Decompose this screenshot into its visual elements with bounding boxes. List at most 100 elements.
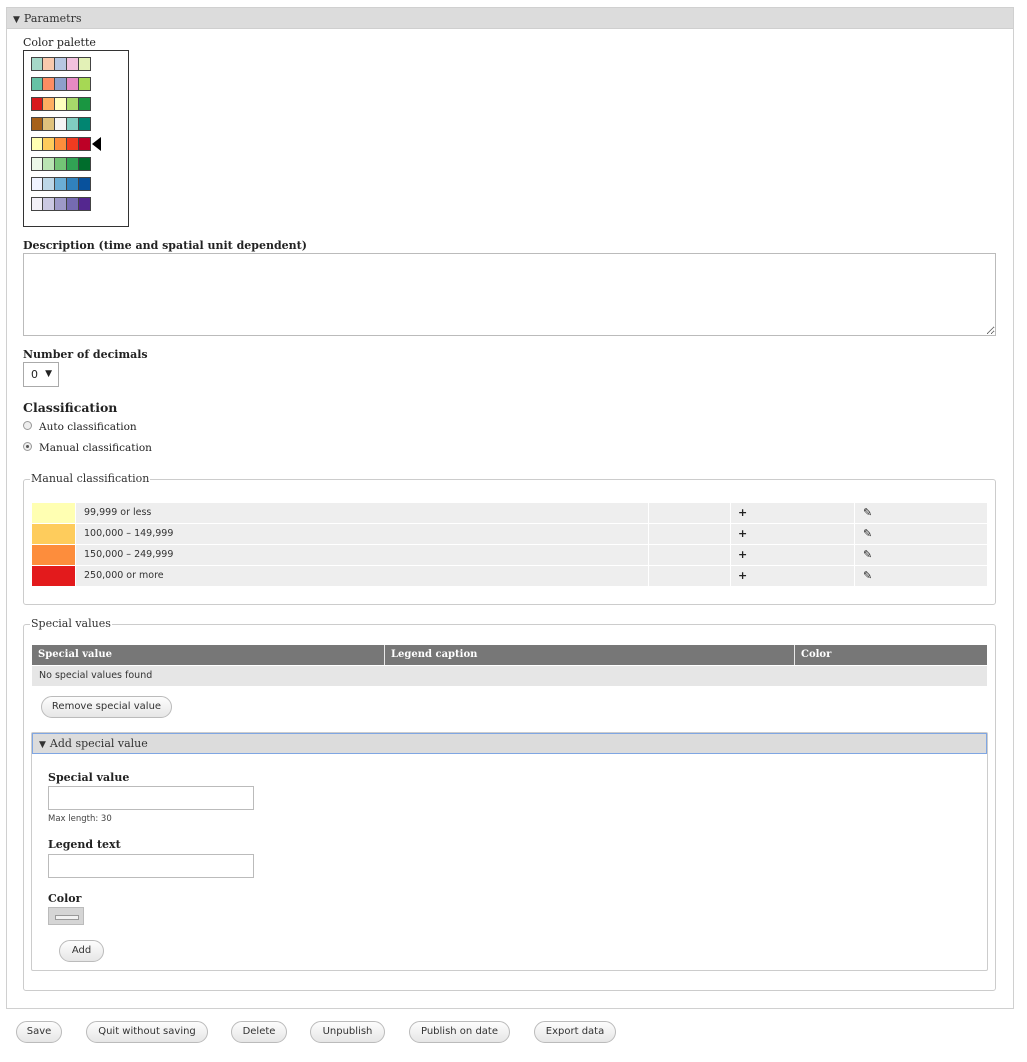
manual-classification-legend: Manual classification xyxy=(30,472,151,485)
palette-swatch xyxy=(55,197,67,211)
palette-swatch xyxy=(43,197,55,211)
class-cell xyxy=(648,545,730,565)
palette-swatch xyxy=(55,117,67,131)
palette-swatch xyxy=(43,97,55,111)
publish-on-date-button[interactable]: Publish on date xyxy=(409,1021,510,1043)
palette-swatch xyxy=(55,177,67,191)
palette-option[interactable] xyxy=(31,197,91,211)
palette-swatch xyxy=(79,157,91,171)
auto-classification-radio[interactable] xyxy=(23,421,32,430)
plus-icon[interactable]: + xyxy=(738,566,747,586)
class-label: 150,000 – 249,999 xyxy=(75,545,648,565)
class-add-cell: + xyxy=(730,566,854,586)
palette-swatch xyxy=(43,177,55,191)
remove-special-value-button[interactable]: Remove special value xyxy=(41,696,172,718)
palette-swatch xyxy=(79,117,91,131)
class-edit-cell: ✎ xyxy=(854,524,987,544)
palette-swatch xyxy=(79,57,91,71)
palette-option[interactable] xyxy=(31,57,91,71)
parameters-header[interactable]: ▼ Parametrs xyxy=(7,8,1013,29)
palette-option[interactable] xyxy=(31,157,91,171)
class-add-cell: + xyxy=(730,503,854,523)
palette-swatch xyxy=(31,117,43,131)
palette-option[interactable] xyxy=(31,177,91,191)
palette-option[interactable] xyxy=(31,137,91,151)
palette-swatch xyxy=(31,97,43,111)
palette-swatch xyxy=(67,157,79,171)
class-color-swatch xyxy=(32,524,75,544)
pencil-icon[interactable]: ✎ xyxy=(863,524,872,544)
palette-swatch xyxy=(31,77,43,91)
palette-swatch xyxy=(55,77,67,91)
class-add-cell: + xyxy=(730,545,854,565)
pencil-icon[interactable]: ✎ xyxy=(863,503,872,523)
save-button[interactable]: Save xyxy=(16,1021,62,1043)
triangle-left-icon xyxy=(92,137,101,151)
palette-swatch xyxy=(31,57,43,71)
pencil-icon[interactable]: ✎ xyxy=(863,566,872,586)
palette-swatch xyxy=(55,57,67,71)
pencil-icon[interactable]: ✎ xyxy=(863,545,872,565)
palette-swatch xyxy=(79,137,91,151)
description-textarea[interactable] xyxy=(23,253,996,336)
color-palette-label: Color palette xyxy=(23,36,96,49)
plus-icon[interactable]: + xyxy=(738,503,747,523)
quit-without-saving-button[interactable]: Quit without saving xyxy=(86,1021,208,1043)
decimals-select[interactable]: 0 ▼ xyxy=(23,362,59,387)
legend-text-label: Legend text xyxy=(48,838,121,851)
palette-option[interactable] xyxy=(31,77,91,91)
class-label: 250,000 or more xyxy=(75,566,648,586)
palette-swatch xyxy=(67,77,79,91)
add-special-value-title: Add special value xyxy=(49,737,148,750)
plus-icon[interactable]: + xyxy=(738,545,747,565)
palette-swatch xyxy=(67,117,79,131)
special-values-table-header: Special value Legend caption Color xyxy=(32,645,987,665)
manual-classification-radio[interactable] xyxy=(23,442,32,451)
chevron-down-icon: ▼ xyxy=(45,369,52,379)
special-values-legend: Special values xyxy=(30,617,112,630)
palette-option[interactable] xyxy=(31,117,91,131)
palette-swatch xyxy=(43,157,55,171)
export-data-button[interactable]: Export data xyxy=(534,1021,616,1043)
delete-button[interactable]: Delete xyxy=(231,1021,287,1043)
palette-swatch xyxy=(67,137,79,151)
class-row: 99,999 or less + ✎ xyxy=(32,503,987,523)
class-edit-cell: ✎ xyxy=(854,566,987,586)
class-add-cell: + xyxy=(730,524,854,544)
add-special-value-header[interactable]: ▼ Add special value xyxy=(32,733,987,754)
palette-swatch xyxy=(67,177,79,191)
class-color-swatch xyxy=(32,545,75,565)
palette-swatch xyxy=(55,137,67,151)
decimals-value: 0 xyxy=(31,368,38,381)
add-special-value-panel: ▼ Add special value Special value Max len… xyxy=(31,732,988,971)
palette-swatch xyxy=(43,57,55,71)
class-cell xyxy=(648,566,730,586)
color-picker-button[interactable] xyxy=(48,907,84,925)
legend-text-input[interactable] xyxy=(48,854,254,878)
class-label: 99,999 or less xyxy=(75,503,648,523)
unpublish-button[interactable]: Unpublish xyxy=(310,1021,385,1043)
palette-swatch xyxy=(31,157,43,171)
palette-swatch xyxy=(31,177,43,191)
palette-swatch xyxy=(55,157,67,171)
plus-icon[interactable]: + xyxy=(738,524,747,544)
class-cell xyxy=(648,524,730,544)
triangle-down-icon: ▼ xyxy=(13,15,20,25)
class-label: 100,000 – 149,999 xyxy=(75,524,648,544)
parameters-title: Parametrs xyxy=(23,12,82,25)
palette-swatch xyxy=(31,197,43,211)
special-value-input[interactable] xyxy=(48,786,254,810)
class-row: 250,000 or more + ✎ xyxy=(32,566,987,586)
add-button[interactable]: Add xyxy=(59,940,104,962)
auto-classification-label: Auto classification xyxy=(39,421,137,433)
class-row: 100,000 – 149,999 + ✎ xyxy=(32,524,987,544)
class-color-swatch xyxy=(32,503,75,523)
column-color: Color xyxy=(794,645,987,665)
special-value-label: Special value xyxy=(48,771,130,784)
palette-option[interactable] xyxy=(31,97,91,111)
palette-swatch xyxy=(67,97,79,111)
no-special-values-text: No special values found xyxy=(32,666,987,686)
class-edit-cell: ✎ xyxy=(854,503,987,523)
palette-swatch xyxy=(43,137,55,151)
palette-swatch xyxy=(79,177,91,191)
